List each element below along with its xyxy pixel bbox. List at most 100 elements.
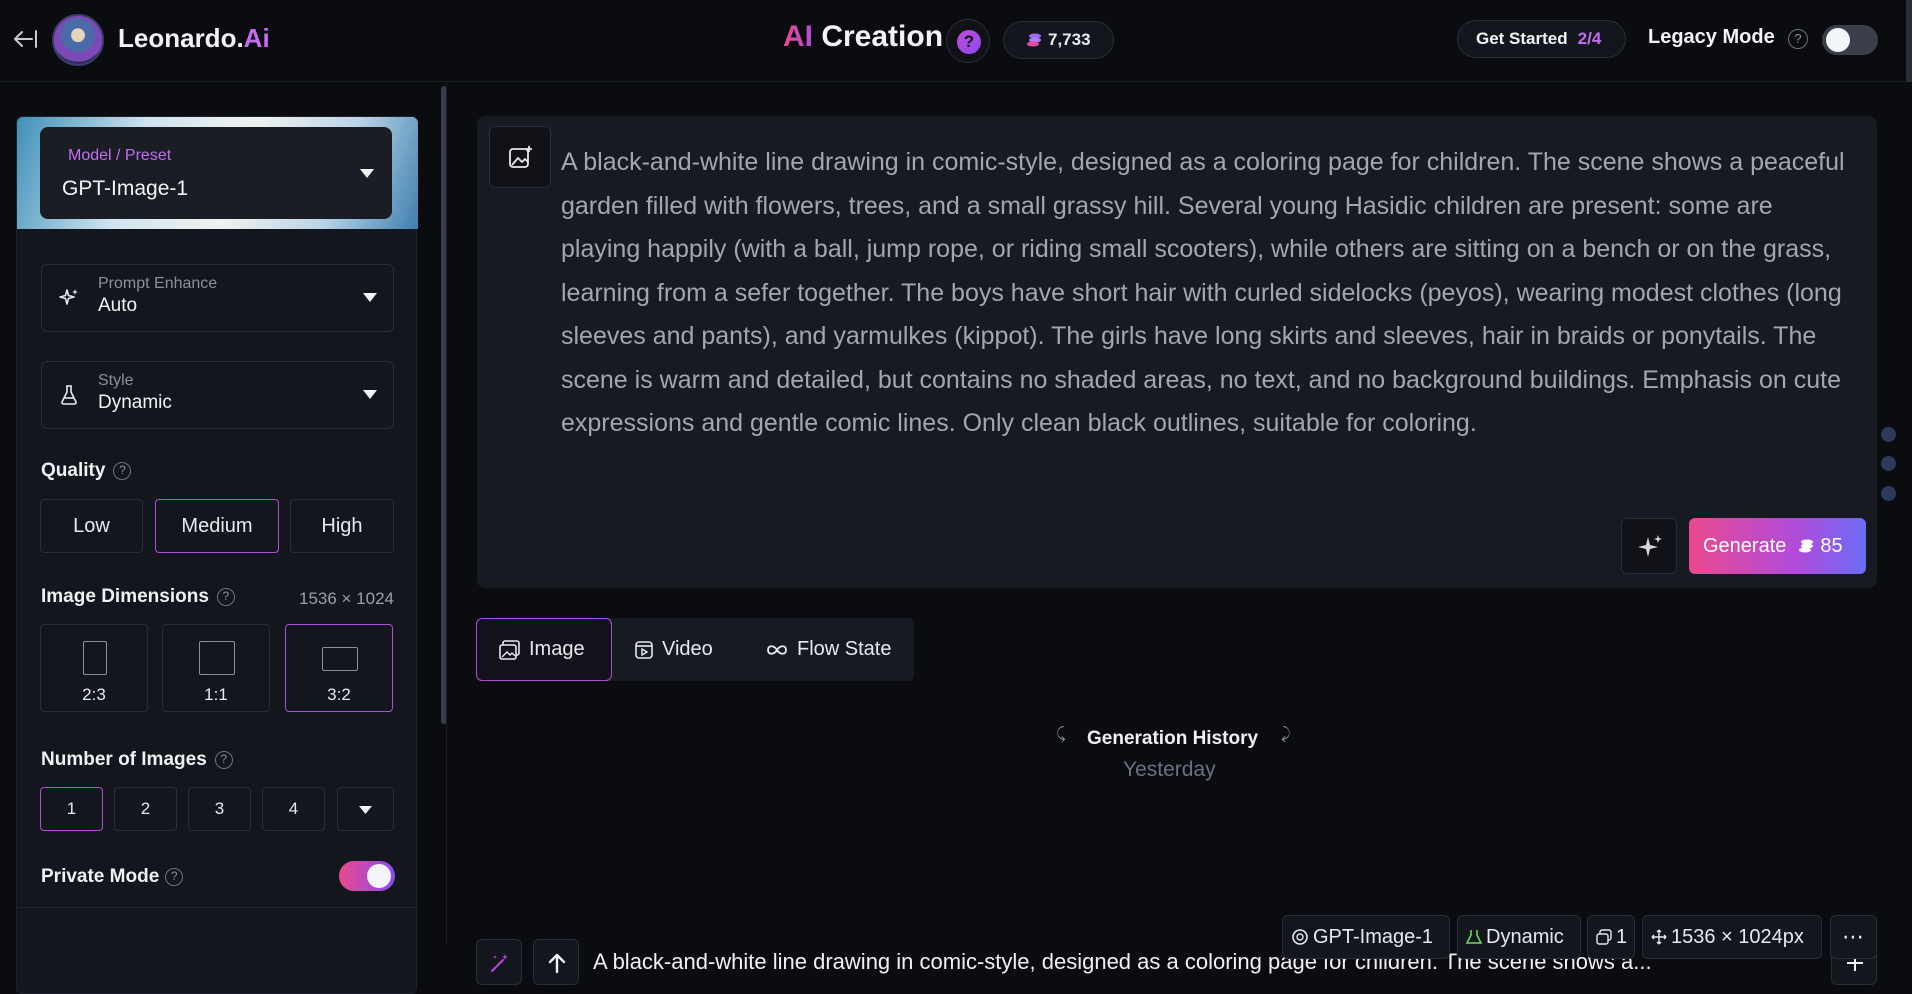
tab-video-label: Video (662, 638, 713, 660)
num-images-3-button[interactable]: 3 (188, 787, 251, 831)
prompt-enhance-select[interactable]: Prompt Enhance Auto (41, 264, 394, 332)
get-started-label: Get Started (1476, 29, 1568, 48)
image-dimensions-value: 1536 × 1024 (298, 589, 394, 608)
history-date-label: Yesterday (1123, 758, 1216, 781)
model-preset-value: GPT-Image-1 (62, 177, 189, 200)
num-images-1-button[interactable]: 1 (40, 787, 103, 831)
square-ratio-icon (199, 641, 235, 675)
sparkles-icon (58, 287, 80, 309)
num-images-more-button[interactable] (337, 787, 394, 831)
tab-flow-state[interactable]: Flow State (743, 618, 914, 681)
images-icon (1596, 929, 1612, 945)
prompt-enhance-value: Auto (98, 295, 138, 316)
num-images-4-button[interactable]: 4 (262, 787, 325, 831)
enhance-prompt-button[interactable] (1621, 518, 1677, 574)
openai-icon (1291, 928, 1309, 946)
sparkle-icon (1636, 533, 1664, 561)
top-bar: Leonardo.Ai AI Creation ? 7,733 Get Star… (0, 0, 1912, 82)
model-preset-banner: Model / Preset GPT-Image-1 (17, 117, 418, 229)
quality-medium-button[interactable]: Medium (155, 499, 279, 553)
private-mode-toggle-knob (367, 864, 391, 888)
history-left-bracket-icon: ⤹ (1056, 726, 1066, 743)
chevron-down-icon (363, 390, 377, 399)
number-of-images-help-icon[interactable]: ? (214, 750, 233, 769)
aspect-ratio-2-3-button[interactable]: 2:3 (40, 624, 148, 712)
history-chip-model-label: GPT-Image-1 (1313, 925, 1434, 948)
get-started-button[interactable]: Get Started 2/4 (1457, 20, 1626, 58)
quality-high-button[interactable]: High (290, 499, 394, 553)
history-chip-model: GPT-Image-1 (1282, 915, 1450, 959)
generation-history-title: Generation History (1087, 728, 1259, 749)
image-dimensions-help-icon[interactable]: ? (216, 587, 235, 606)
tab-image-label: Image (529, 638, 585, 660)
history-chip-size-label: 1536 × 1024px (1671, 925, 1804, 948)
mode-tabs: Image Video Flow State (476, 618, 914, 681)
infinity-icon (765, 643, 789, 657)
arrow-up-icon (547, 952, 567, 974)
quality-help-icon[interactable]: ? (113, 461, 132, 480)
sidebar-section-divider (17, 907, 418, 908)
legacy-mode-label: Legacy Mode (1648, 26, 1775, 48)
tab-video[interactable]: Video (612, 618, 743, 681)
quality-low-button[interactable]: Low (40, 499, 143, 553)
chevron-down-icon (360, 169, 374, 178)
more-options-button[interactable]: ⋯ (1830, 915, 1877, 959)
page-title: AI Creation (783, 20, 943, 54)
collapse-sidebar-icon[interactable] (10, 28, 38, 50)
upload-button[interactable] (533, 939, 579, 985)
help-button[interactable]: ? (946, 19, 990, 63)
aspect-ratio-1-1-button[interactable]: 1:1 (162, 624, 270, 712)
style-value: Dynamic (98, 392, 172, 413)
brand-name-text: Leonardo. (118, 23, 244, 53)
credits-badge[interactable]: 7,733 (1003, 21, 1114, 59)
page-title-rest: Creation (821, 20, 944, 53)
aspect-ratio-label: 2:3 (82, 685, 106, 704)
credits-count: 7,733 (1048, 30, 1091, 49)
video-icon (634, 640, 654, 660)
brand-name: Leonardo.Ai (118, 23, 270, 54)
history-right-bracket-icon: ⤸ (1281, 726, 1291, 743)
private-mode-help-icon[interactable]: ? (165, 867, 184, 886)
private-mode-toggle[interactable] (339, 861, 395, 891)
style-select[interactable]: Style Dynamic (41, 361, 394, 429)
private-mode-label: Private Mode (41, 866, 160, 887)
get-started-progress: 2/4 (1577, 29, 1602, 48)
image-guidance-button[interactable] (489, 126, 551, 188)
legacy-mode-help-icon[interactable]: ? (1788, 29, 1808, 49)
chevron-down-icon (363, 293, 377, 302)
history-chip-style: Dynamic (1457, 915, 1581, 959)
reuse-settings-button[interactable] (476, 939, 522, 985)
model-preset-select[interactable]: Model / Preset GPT-Image-1 (40, 127, 392, 219)
quality-label: Quality (41, 460, 106, 481)
prompt-box: A black-and-white line drawing in comic-… (477, 116, 1877, 588)
page-dot-indicator[interactable] (1881, 486, 1896, 501)
help-icon: ? (957, 30, 981, 54)
history-chip-count: 1 (1587, 915, 1635, 959)
prompt-textarea[interactable]: A black-and-white line drawing in comic-… (561, 141, 1851, 446)
number-of-images-label: Number of Images (41, 749, 207, 770)
more-horizontal-icon: ⋯ (1842, 924, 1865, 949)
page-dot-indicator[interactable] (1881, 427, 1896, 442)
settings-sidebar: Model / Preset GPT-Image-1 Prompt Enhanc… (0, 82, 436, 994)
num-images-2-button[interactable]: 2 (114, 787, 177, 831)
private-mode-heading: Private Mode? (41, 866, 184, 888)
generate-button[interactable]: Generate 85 (1689, 518, 1866, 574)
image-dimensions-heading: Image Dimensions? (41, 586, 235, 608)
page-dot-indicator[interactable] (1881, 456, 1896, 471)
main-content: A black-and-white line drawing in comic-… (447, 82, 1912, 985)
legacy-mode-toggle[interactable] (1822, 25, 1878, 55)
move-icon (1651, 929, 1667, 945)
brand-name-suffix: Ai (243, 23, 270, 53)
portrait-ratio-icon (83, 641, 107, 675)
generate-cost: 85 (1820, 534, 1843, 557)
magic-wand-icon (489, 952, 511, 974)
style-label: Style (98, 372, 134, 389)
window-scrollbar-track (1906, 0, 1912, 82)
image-dimensions-label: Image Dimensions (41, 586, 209, 607)
flask-icon (1466, 928, 1482, 946)
history-chip-style-label: Dynamic (1486, 925, 1564, 948)
tab-image[interactable]: Image (476, 618, 612, 681)
chevron-down-icon (359, 806, 372, 814)
aspect-ratio-label: 3:2 (327, 685, 351, 704)
aspect-ratio-3-2-button[interactable]: 3:2 (285, 624, 393, 712)
